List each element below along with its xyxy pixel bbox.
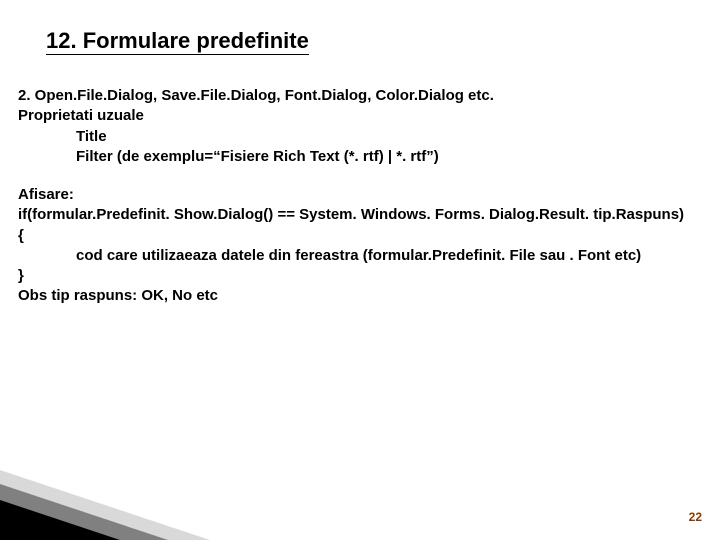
- corner-decoration: [0, 470, 210, 540]
- body-line-props-label: Proprietati uzuale: [18, 106, 716, 126]
- slide-title-text: 12. Formulare predefinite: [46, 28, 309, 55]
- body-line-cod: cod care utilizaeaza datele din fereastr…: [18, 246, 716, 266]
- body-line-obs: Obs tip raspuns: OK, No etc: [18, 286, 716, 306]
- body-line-prop-filter: Filter (de exemplu=“Fisiere Rich Text (*…: [18, 147, 716, 167]
- spacer: [18, 167, 716, 185]
- body-line-afisare-label: Afisare:: [18, 185, 716, 205]
- slide: 12. Formulare predefinite 2. Open.File.D…: [0, 0, 720, 540]
- body-line-if: if(formular.Predefinit. Show.Dialog() ==…: [18, 205, 716, 225]
- body-line-close-brace: }: [18, 266, 716, 286]
- slide-body: 2. Open.File.Dialog, Save.File.Dialog, F…: [18, 86, 716, 307]
- page-number: 22: [689, 510, 702, 524]
- slide-title: 12. Formulare predefinite: [46, 28, 309, 54]
- body-line-dialogs: 2. Open.File.Dialog, Save.File.Dialog, F…: [18, 86, 716, 106]
- body-line-open-brace: {: [18, 226, 716, 246]
- body-line-prop-title: Title: [18, 127, 716, 147]
